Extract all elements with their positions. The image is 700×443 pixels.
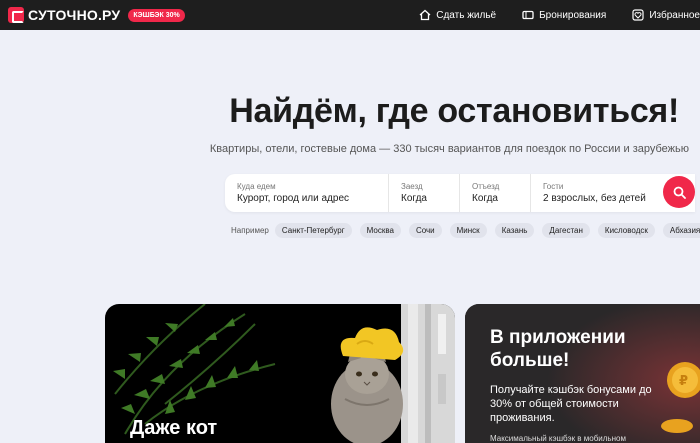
checkout-field[interactable]: Отъезд Когда (460, 174, 531, 212)
checkin-value: Когда (401, 193, 427, 204)
app-card-text: Получайте кэшбэк бонусами до 30% от обще… (490, 384, 652, 424)
nav-favorites-label: Избранное (649, 9, 700, 21)
search-icon (673, 186, 686, 199)
page-title: Найдём, где остановиться! (229, 92, 679, 130)
example-destinations: Например Санкт-Петербург Москва Сочи Мин… (231, 222, 700, 238)
chip-kislovodsk[interactable]: Кисловодск (597, 222, 655, 238)
chip-kazan[interactable]: Казань (494, 222, 535, 238)
search-button[interactable] (663, 176, 695, 208)
chip-minsk[interactable]: Минск (449, 222, 487, 238)
guests-value: 2 взрослых, без детей (543, 193, 646, 204)
chip-abkhazia[interactable]: Абхазия (662, 222, 700, 238)
site-logo[interactable]: СУТОЧНО.РУ (8, 7, 120, 23)
ticket-icon (522, 10, 534, 20)
checkin-label: Заезд (401, 182, 423, 191)
nav-bookings-label: Бронирования (539, 9, 607, 21)
chip-dagestan[interactable]: Дагестан (542, 222, 590, 238)
logo-icon (8, 7, 24, 23)
checkout-label: Отъезд (472, 182, 500, 191)
app-card-title: В приложении больше! (490, 327, 626, 371)
nav-rent-out[interactable]: Сдать жильё (419, 9, 496, 21)
logo-text: СУТОЧНО.РУ (28, 7, 121, 23)
top-header: СУТОЧНО.РУ КЭШБЭК 30% Сдать жильё Бронир… (0, 0, 700, 30)
cashback-badge[interactable]: КЭШБЭК 30% (128, 8, 185, 22)
destination-label: Куда едем (237, 182, 276, 191)
chip-moscow[interactable]: Москва (359, 222, 401, 238)
app-card-note: Максимальный кэшбэк в мобильном (490, 434, 626, 443)
chip-spb[interactable]: Санкт-Петербург (274, 222, 352, 238)
page-subtitle: Квартиры, отели, гостевые дома — 330 тыс… (209, 143, 689, 155)
svg-text:₽: ₽ (679, 374, 688, 389)
checkin-field[interactable]: Заезд Когда (389, 174, 460, 212)
guests-field[interactable]: Гости 2 взрослых, без детей (531, 174, 663, 212)
guests-label: Гости (543, 182, 564, 191)
promo-card-app[interactable]: ₽ В приложении больше! Получайте кэшбэк … (465, 304, 700, 443)
examples-label: Например (231, 225, 269, 235)
search-form: Куда едем Курорт, город или адрес Заезд … (225, 174, 695, 212)
nav-favorites[interactable]: Избранное (632, 9, 700, 21)
promo-card-cat[interactable]: Даже кот (105, 304, 455, 443)
checkout-value: Когда (472, 193, 498, 204)
destination-field[interactable]: Куда едем Курорт, город или адрес (225, 174, 389, 212)
header-nav: Сдать жильё Бронирования Избранное (393, 0, 700, 30)
nav-bookings[interactable]: Бронирования (522, 9, 606, 21)
destination-input[interactable]: Курорт, город или адрес (237, 193, 388, 204)
cat-card-title: Даже кот (130, 417, 218, 439)
house-icon (419, 9, 431, 21)
chip-sochi[interactable]: Сочи (408, 222, 442, 238)
heart-icon (632, 9, 644, 21)
nav-rent-out-label: Сдать жильё (436, 9, 497, 21)
